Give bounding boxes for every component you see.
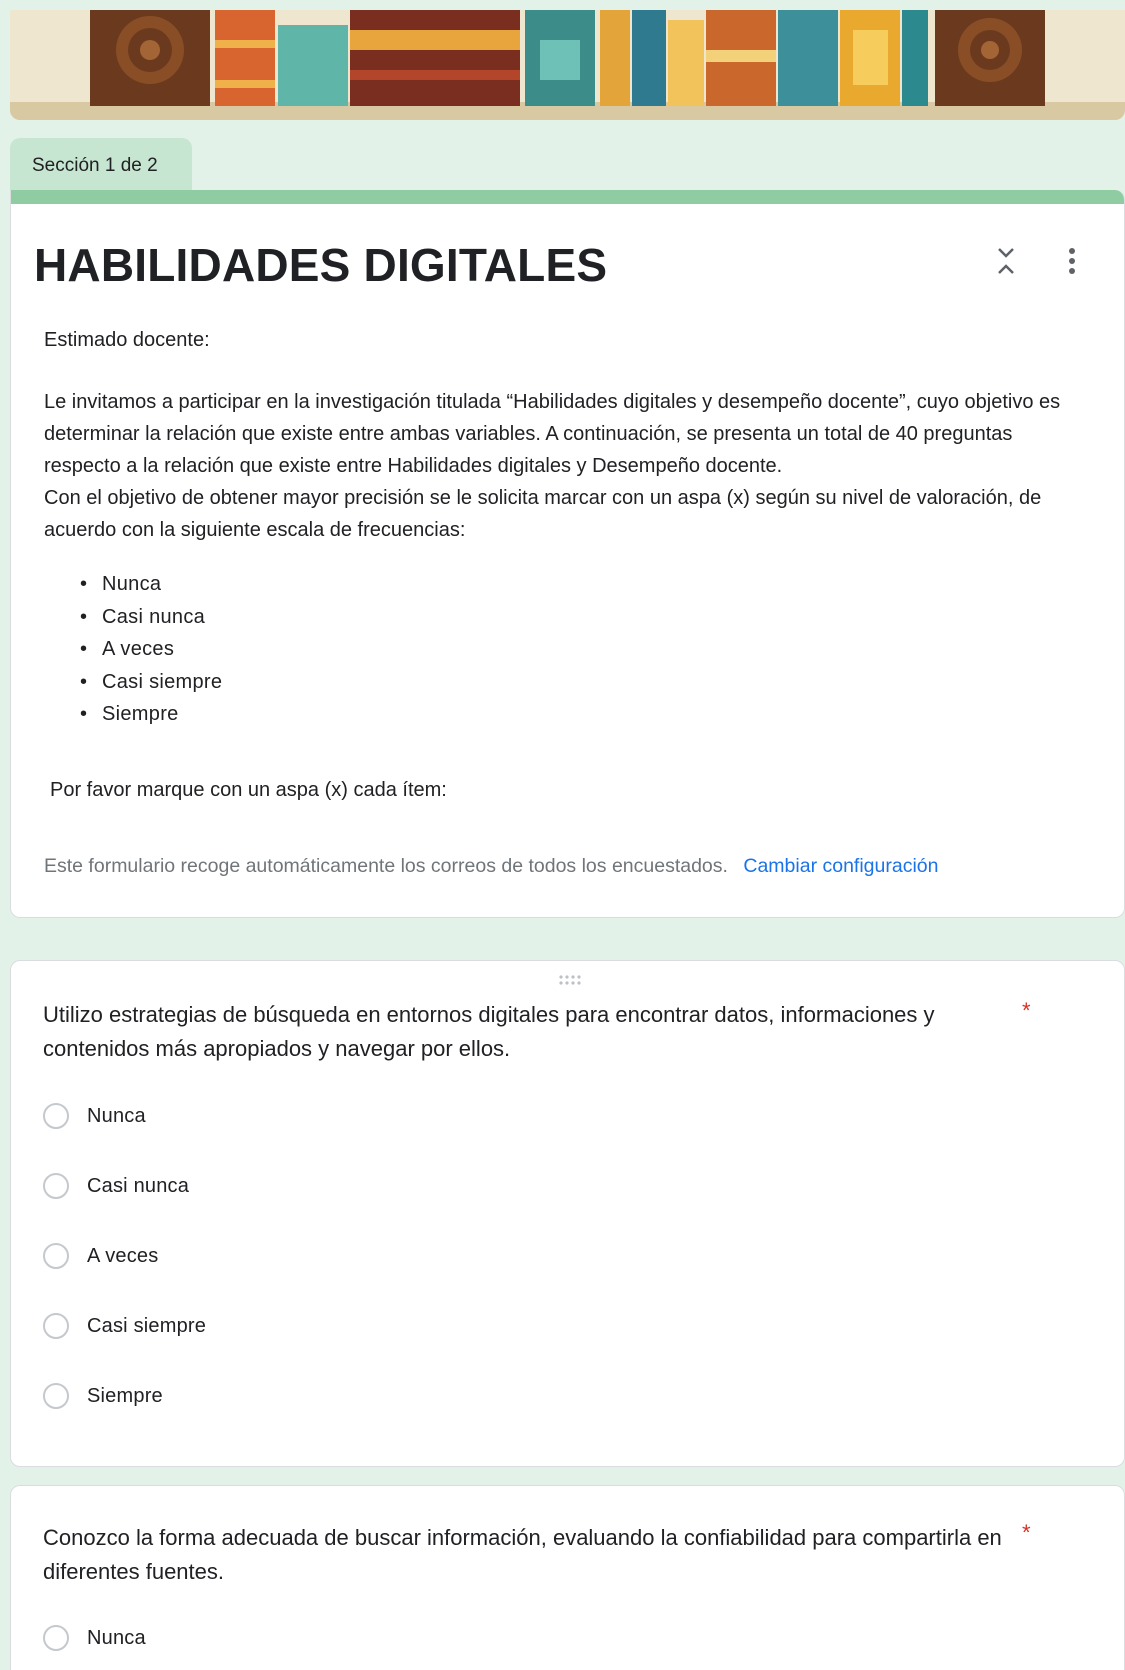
form-intro-paragraph-1: Le invitamos a participar en la investig…: [44, 391, 1061, 477]
drag-handle-icon[interactable]: [557, 973, 581, 987]
books-illustration: [10, 10, 1125, 120]
radio-button[interactable]: [43, 1243, 69, 1269]
form-intro-paragraph-2: Con el objetivo de obtener mayor precisi…: [44, 487, 1042, 541]
radio-option[interactable]: Casi nunca: [43, 1170, 189, 1202]
more-options-icon[interactable]: [1060, 244, 1084, 278]
radio-button[interactable]: [43, 1383, 69, 1409]
radio-option[interactable]: Nunca: [43, 1622, 146, 1654]
option-label: Casi siempre: [87, 1314, 207, 1337]
radio-button[interactable]: [43, 1625, 69, 1651]
scale-item: Casi nunca: [80, 601, 222, 634]
question-title[interactable]: Conozco la forma adecuada de buscar info…: [43, 1521, 1003, 1589]
form-header-card[interactable]: [10, 190, 1125, 918]
header-banner-image: [10, 10, 1125, 120]
form-greeting: Estimado docente:: [44, 329, 210, 351]
form-instruction: Por favor marque con un aspa (x) cada ít…: [50, 779, 447, 801]
radio-button[interactable]: [43, 1173, 69, 1199]
change-settings-link[interactable]: Cambiar configuración: [743, 855, 938, 877]
radio-option[interactable]: Casi siempre: [43, 1310, 206, 1342]
form-title[interactable]: HABILIDADES DIGITALES: [34, 238, 607, 292]
option-label: Nunca: [87, 1626, 146, 1649]
radio-button[interactable]: [43, 1313, 69, 1339]
email-note-text: Este formulario recoge automáticamente l…: [44, 855, 728, 877]
required-asterisk: *: [1022, 998, 1031, 1023]
option-label: Nunca: [87, 1104, 146, 1127]
frequency-scale-list: Nunca Casi nunca A veces Casi siempre Si…: [80, 568, 222, 731]
question-title[interactable]: Utilizo estrategias de búsqueda en entor…: [43, 998, 1003, 1066]
section-indicator-tab: Sección 1 de 2: [10, 138, 192, 194]
required-asterisk: *: [1022, 1520, 1031, 1545]
radio-button[interactable]: [43, 1103, 69, 1129]
email-collection-note: Este formulario recoge automáticamente l…: [44, 855, 938, 878]
radio-option[interactable]: Siempre: [43, 1380, 163, 1412]
scale-item: Casi siempre: [80, 666, 222, 699]
option-label: Casi nunca: [87, 1174, 190, 1197]
collapse-section-icon[interactable]: [992, 244, 1020, 278]
radio-option[interactable]: Nunca: [43, 1100, 146, 1132]
form-intro: Le invitamos a participar en la investig…: [44, 386, 1084, 546]
radio-option[interactable]: A veces: [43, 1240, 158, 1272]
scale-item: Nunca: [80, 568, 222, 601]
option-label: A veces: [87, 1244, 159, 1267]
scale-item: Siempre: [80, 698, 222, 731]
scale-item: A veces: [80, 633, 222, 666]
card-accent-bar: [11, 190, 1124, 204]
option-label: Siempre: [87, 1384, 163, 1407]
section-label: Sección 1 de 2: [32, 155, 158, 176]
